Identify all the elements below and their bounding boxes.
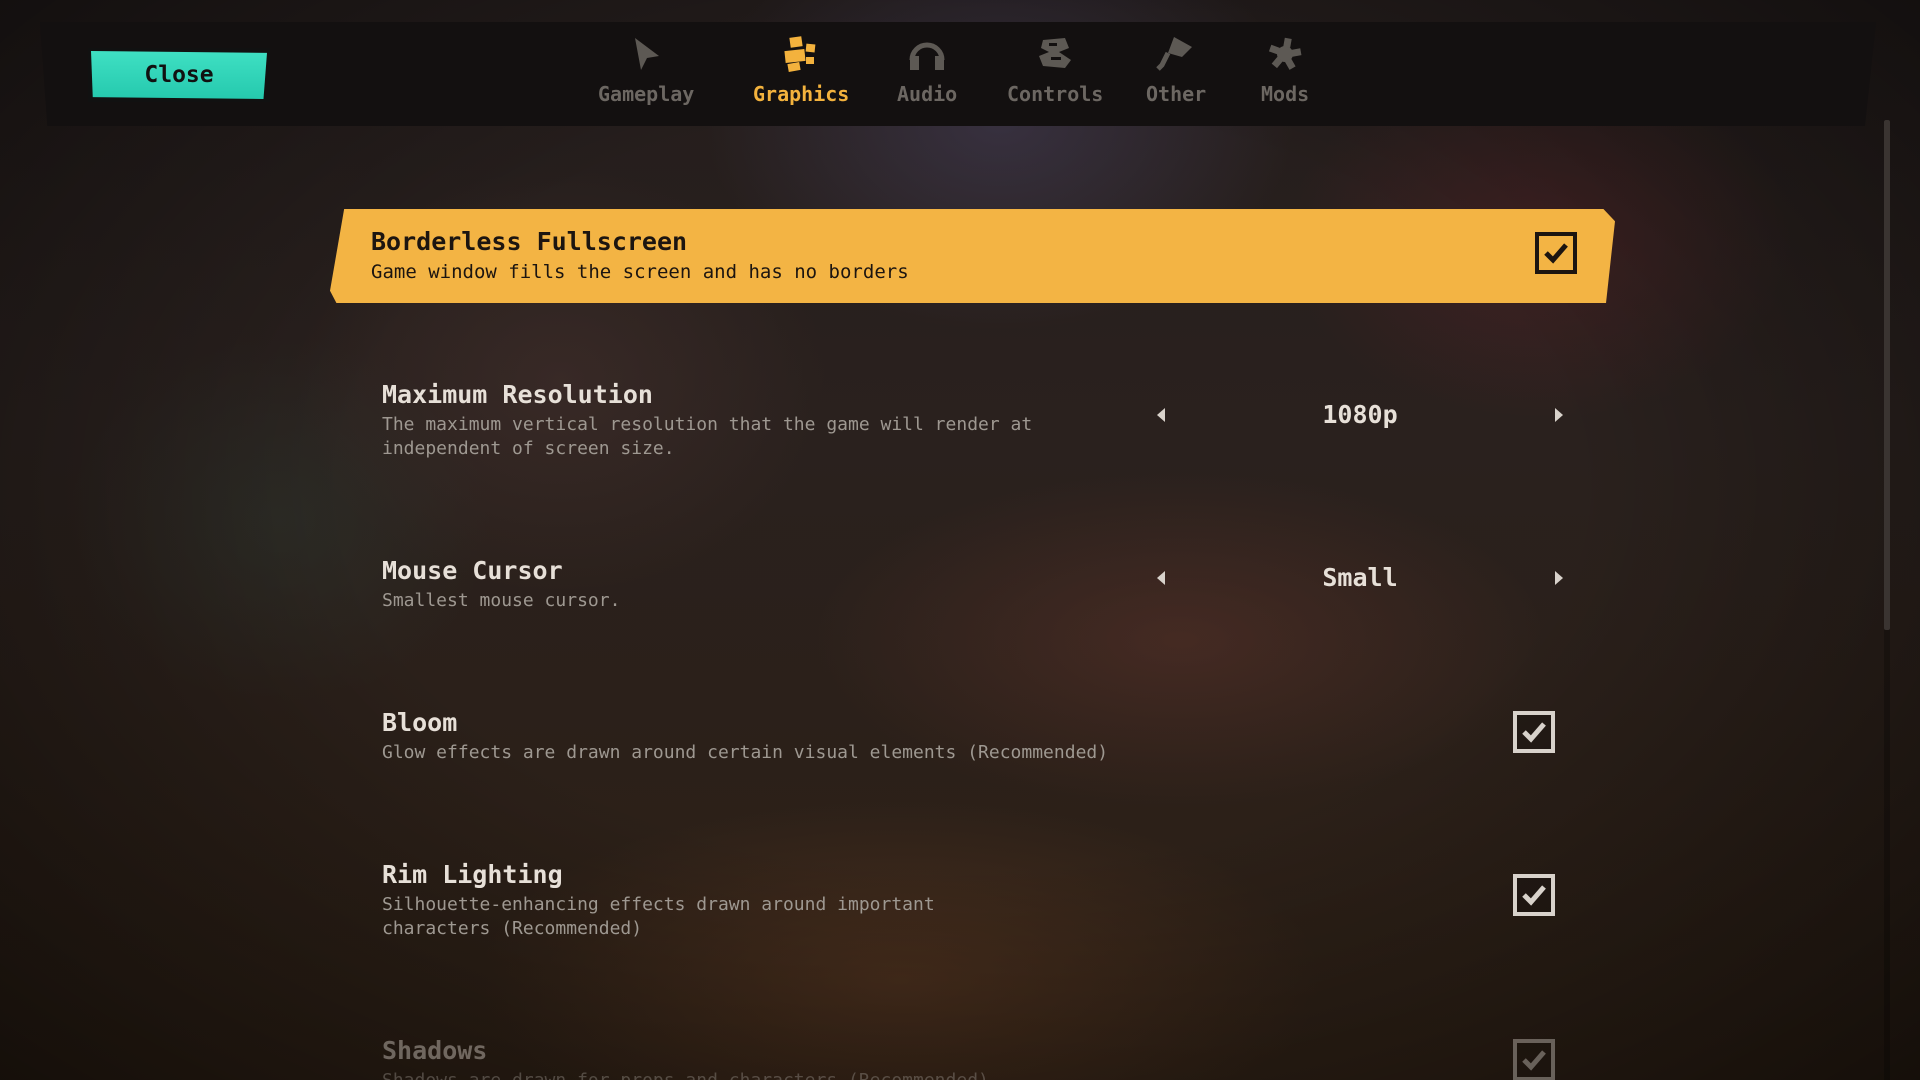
mouse-cursor-selector[interactable]: Small — [1150, 559, 1570, 599]
mouse-cursor-value: Small — [1322, 563, 1398, 592]
tab-mods[interactable]: Mods — [1261, 34, 1309, 120]
setting-title: Bloom — [382, 708, 458, 737]
tab-gameplay[interactable]: Gameplay — [598, 34, 694, 120]
setting-description: Smallest mouse cursor. — [382, 590, 621, 611]
setting-borderless-fullscreen[interactable]: Borderless Fullscreen Game window fills … — [330, 209, 1615, 303]
tab-label: Controls — [1007, 82, 1104, 106]
tab-label: Other — [1146, 82, 1207, 106]
tab-label: Mods — [1261, 82, 1310, 106]
resolution-selector[interactable]: 1080p — [1150, 396, 1570, 436]
tab-graphics[interactable]: Graphics — [753, 34, 849, 120]
gear-icon — [1265, 34, 1305, 74]
setting-title: Mouse Cursor — [382, 556, 563, 585]
checkmark-icon — [1522, 1050, 1546, 1071]
graphics-blocks-icon — [781, 34, 821, 74]
setting-rim-lighting: Rim Lighting Silhouette-enhancing effect… — [330, 855, 1615, 955]
settings-screen: Close Gameplay Graphics Audio Controls O… — [0, 0, 1920, 1080]
setting-title: Shadows — [382, 1036, 488, 1065]
tab-label: Audio — [897, 82, 958, 106]
tab-label: Graphics — [753, 82, 850, 106]
arrow-left-icon[interactable] — [1150, 567, 1172, 589]
headphones-icon — [907, 34, 947, 74]
setting-description: Shadows are drawn for props and characte… — [382, 1069, 1182, 1080]
setting-description: Silhouette-enhancing effects drawn aroun… — [382, 894, 935, 939]
setting-description: Game window fills the screen and has no … — [371, 261, 909, 283]
setting-title: Rim Lighting — [382, 860, 563, 889]
setting-title: Borderless Fullscreen — [371, 227, 688, 256]
setting-maximum-resolution: Maximum Resolution The maximum vertical … — [330, 375, 1615, 475]
checkmark-icon — [1522, 885, 1546, 906]
scrollbar-thumb[interactable] — [1884, 120, 1890, 630]
setting-mouse-cursor: Mouse Cursor Smallest mouse cursor. Smal… — [330, 551, 1615, 631]
controller-icon — [1035, 34, 1075, 74]
megaphone-icon — [1156, 34, 1196, 74]
checkmark-icon — [1522, 722, 1546, 743]
setting-shadows: Shadows Shadows are drawn for props and … — [330, 1031, 1615, 1080]
tab-label: Gameplay — [598, 82, 695, 106]
resolution-value: 1080p — [1322, 400, 1398, 429]
cursor-icon — [626, 34, 666, 74]
setting-title: Maximum Resolution — [382, 380, 653, 409]
arrow-right-icon[interactable] — [1548, 404, 1570, 426]
arrow-right-icon[interactable] — [1548, 567, 1570, 589]
tab-audio[interactable]: Audio — [897, 34, 957, 120]
setting-description: Glow effects are drawn around certain vi… — [382, 742, 1109, 763]
setting-bloom: Bloom Glow effects are drawn around cert… — [330, 703, 1615, 783]
close-button-label: Close — [144, 62, 214, 88]
tab-controls[interactable]: Controls — [1007, 34, 1103, 120]
checkmark-icon — [1544, 243, 1568, 264]
tab-other[interactable]: Other — [1146, 34, 1206, 120]
close-button[interactable]: Close — [88, 48, 270, 102]
arrow-left-icon[interactable] — [1150, 404, 1172, 426]
rim-lighting-checkbox[interactable] — [1513, 874, 1555, 916]
shadows-checkbox[interactable] — [1513, 1039, 1555, 1080]
bloom-checkbox[interactable] — [1513, 711, 1555, 753]
top-nav-bar — [40, 22, 1876, 126]
setting-description: The maximum vertical resolution that the… — [382, 414, 1033, 459]
borderless-fullscreen-checkbox[interactable] — [1535, 232, 1577, 274]
highlight-background — [330, 209, 1615, 303]
